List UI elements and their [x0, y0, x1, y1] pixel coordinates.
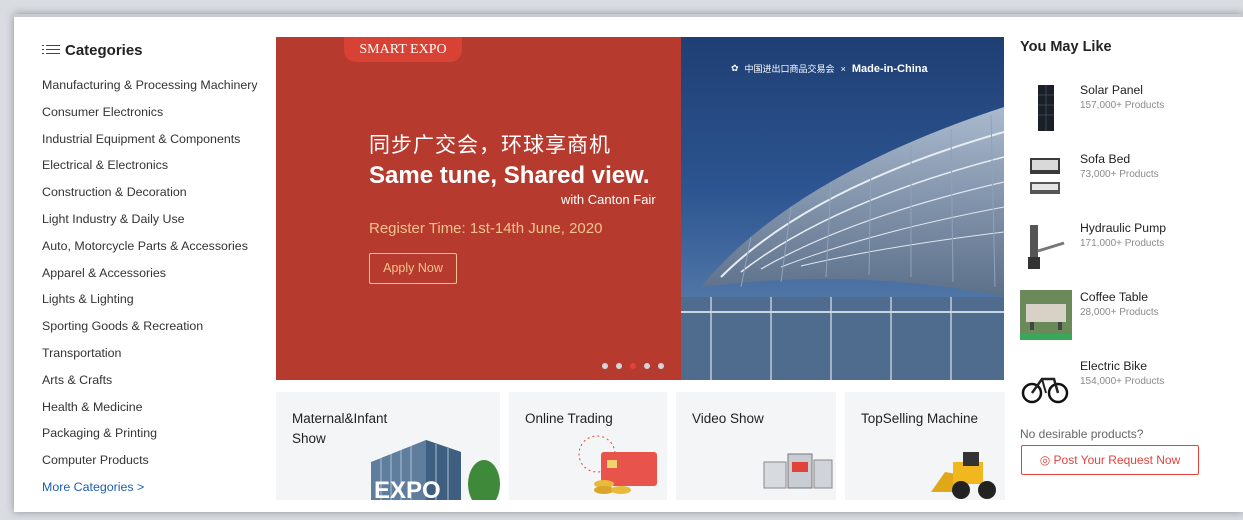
carousel-dot[interactable] [616, 363, 622, 369]
you-may-like-panel: You May Like [1020, 39, 1230, 61]
no-desirable-products-text: No desirable products? [1020, 427, 1144, 441]
solar-panel-thumbnail [1038, 85, 1054, 131]
canton-fair-logo-text: 中国进出口商品交易会 [744, 64, 835, 74]
carousel-dot-active[interactable] [630, 363, 636, 369]
carousel-dot[interactable] [658, 363, 664, 369]
you-may-like-title: You May Like [1020, 39, 1112, 55]
machines-image [763, 453, 833, 489]
category-item[interactable]: Auto, Motorcycle Parts & Accessories [42, 239, 272, 266]
category-item[interactable]: Consumer Electronics [42, 105, 272, 132]
category-item[interactable]: Lights & Lighting [42, 292, 272, 319]
categories-title: Categories [65, 41, 143, 59]
category-item[interactable]: Manufacturing & Processing Machinery [42, 78, 272, 105]
product-name: Electric Bike [1080, 359, 1148, 373]
product-count: 171,000+ Products [1080, 238, 1165, 249]
category-item[interactable]: Apparel & Accessories [42, 266, 272, 293]
tile-topselling-machine[interactable]: TopSelling Machine [845, 392, 1005, 500]
credit-card-coins-image [578, 435, 657, 494]
product-name: Solar Panel [1080, 83, 1144, 97]
product-count: 28,000+ Products [1080, 307, 1159, 318]
partner-logos: ✿ 中国进出口商品交易会 × Made-in-China [731, 62, 928, 75]
tile-online-trading[interactable]: Online Trading [509, 392, 667, 500]
product-item-electric-bike[interactable]: Electric Bike 154,000+ Products [1020, 359, 1230, 419]
category-item[interactable]: Arts & Crafts [42, 373, 272, 400]
electric-bike-thumbnail [1021, 377, 1069, 404]
product-item-sofa-bed[interactable]: Sofa Bed 73,000+ Products [1020, 152, 1230, 212]
list-menu-icon [42, 44, 60, 56]
made-in-china-logo: Made-in-China [851, 62, 928, 75]
category-item[interactable]: Computer Products [42, 453, 272, 480]
home-hero-panel: Categories Manufacturing & Processing Ma… [14, 14, 1243, 512]
categories-header[interactable]: Categories [42, 39, 272, 61]
product-name: Sofa Bed [1080, 152, 1131, 166]
product-count: 154,000+ Products [1080, 376, 1165, 387]
tile-maternal-infant-show[interactable]: Maternal&Infant Show EXPO [276, 392, 500, 500]
post-request-label: Post Your Request Now [1053, 453, 1181, 467]
product-item-hydraulic-pump[interactable]: Hydraulic Pump 171,000+ Products [1020, 221, 1230, 281]
canton-fair-logo-icon: ✿ [731, 63, 739, 73]
request-target-icon: ◎ [1039, 453, 1051, 467]
apply-now-button[interactable]: Apply Now [369, 253, 457, 284]
hydraulic-pump-thumbnail [1028, 225, 1065, 269]
expo-building-image: EXPO [371, 440, 500, 500]
tile-expo-overlay: EXPO [374, 477, 441, 500]
times-icon: × [840, 63, 846, 74]
banner-headline-cn: 同步广交会，环球享商机 [369, 134, 611, 157]
coffee-table-thumbnail [1020, 290, 1072, 340]
hero-banner[interactable]: SMART EXPO ✿ 中国进出口商品交易会 × Made-in-China … [276, 37, 1004, 380]
carousel-dot[interactable] [602, 363, 608, 369]
category-item[interactable]: Sporting Goods & Recreation [42, 319, 272, 346]
category-item[interactable]: Industrial Equipment & Components [42, 132, 272, 159]
categories-sidebar: Categories Manufacturing & Processing Ma… [42, 39, 272, 507]
product-count: 157,000+ Products [1080, 100, 1165, 111]
canton-fair-building-image [681, 37, 1004, 380]
smart-expo-tag: SMART EXPO [344, 37, 462, 62]
wheel-loader-image [931, 452, 996, 499]
banner-subline: with Canton Fair [561, 192, 656, 207]
building-illustration [681, 107, 1004, 380]
banner-headline-en: Same tune, Shared view. [369, 162, 650, 189]
category-item[interactable]: Electrical & Electronics [42, 158, 272, 185]
product-name: Coffee Table [1080, 290, 1148, 304]
carousel-dot[interactable] [644, 363, 650, 369]
category-item[interactable]: Health & Medicine [42, 400, 272, 427]
category-list: Manufacturing & Processing Machinery Con… [42, 78, 272, 507]
product-item-coffee-table[interactable]: Coffee Table 28,000+ Products [1020, 290, 1230, 350]
tile-video-show[interactable]: Video Show [676, 392, 836, 500]
category-item[interactable]: Light Industry & Daily Use [42, 212, 272, 239]
carousel-dots [602, 363, 664, 369]
category-item[interactable]: Construction & Decoration [42, 185, 272, 212]
post-request-button[interactable]: ◎ Post Your Request Now [1021, 445, 1199, 475]
category-item[interactable]: Transportation [42, 346, 272, 373]
product-item-solar-panel[interactable]: Solar Panel 157,000+ Products [1020, 83, 1230, 143]
sofa-bed-thumbnail [1030, 158, 1060, 194]
product-count: 73,000+ Products [1080, 169, 1159, 180]
register-time-text: Register Time: 1st-14th June, 2020 [369, 220, 603, 237]
more-categories-link[interactable]: More Categories > [42, 480, 272, 507]
product-name: Hydraulic Pump [1080, 221, 1167, 235]
category-item[interactable]: Packaging & Printing [42, 426, 272, 453]
